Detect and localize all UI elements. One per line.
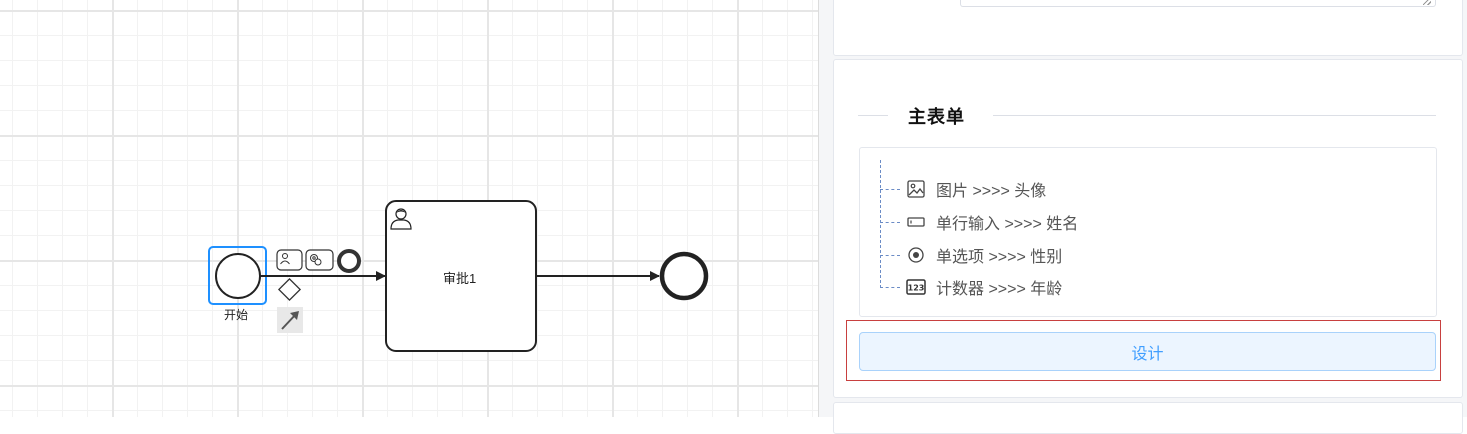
append-gateway-icon[interactable]: [277, 277, 302, 302]
end-event[interactable]: [659, 251, 709, 301]
properties-card-bottom: [833, 402, 1463, 434]
image-icon: [906, 179, 926, 199]
radio-icon: [906, 245, 926, 265]
tree-item-single-line-input[interactable]: 单行输入 >>>> 姓名: [880, 211, 1078, 233]
tree-item-radio[interactable]: 单选项 >>>> 性别: [880, 244, 1062, 266]
description-textarea[interactable]: [960, 0, 1436, 7]
design-button[interactable]: 设计: [859, 332, 1436, 371]
append-user-task-icon[interactable]: [276, 249, 303, 271]
tree-item-label: 单选项 >>>> 性别: [936, 249, 1063, 266]
section-divider: 主表单: [858, 103, 1436, 129]
divider-line-left: [858, 115, 888, 116]
user-task-label: 审批1: [443, 271, 477, 286]
tree-branch-line: [880, 254, 900, 256]
section-title: 主表单: [908, 107, 965, 128]
divider-line-right: [993, 115, 1436, 116]
tree-item-label: 单行输入 >>>> 姓名: [936, 216, 1079, 233]
connect-arrow-icon[interactable]: [277, 307, 303, 333]
tree-branch-line: [880, 221, 900, 223]
append-end-event-icon[interactable]: [337, 249, 361, 273]
bpmn-canvas[interactable]: 开始 审批1: [0, 0, 818, 417]
svg-text:123: 123: [908, 284, 925, 293]
tree-item-label: 计数器 >>>> 年龄: [936, 281, 1063, 298]
bpmn-diagram: [208, 200, 709, 352]
tree-item-image[interactable]: 图片 >>>> 头像: [880, 178, 1046, 200]
tree-item-counter[interactable]: 123 计数器 >>>> 年龄: [880, 276, 1062, 298]
counter-icon: 123: [906, 277, 926, 297]
append-service-task-icon[interactable]: [305, 249, 334, 271]
start-event[interactable]: [215, 253, 261, 299]
textarea-resize-grip[interactable]: [1423, 0, 1431, 5]
single-line-input-icon: [906, 212, 926, 232]
tree-item-label: 图片 >>>> 头像: [936, 183, 1047, 200]
tree-branch-line: [880, 286, 900, 288]
context-pad: [276, 249, 361, 333]
start-event-label: 开始: [224, 308, 249, 322]
tree-branch-line: [880, 188, 900, 190]
form-field-tree: 图片 >>>> 头像 单行输入 >>>> 姓名 单选项 >>>> 性别 123: [859, 147, 1437, 317]
properties-card-top: [833, 0, 1463, 56]
